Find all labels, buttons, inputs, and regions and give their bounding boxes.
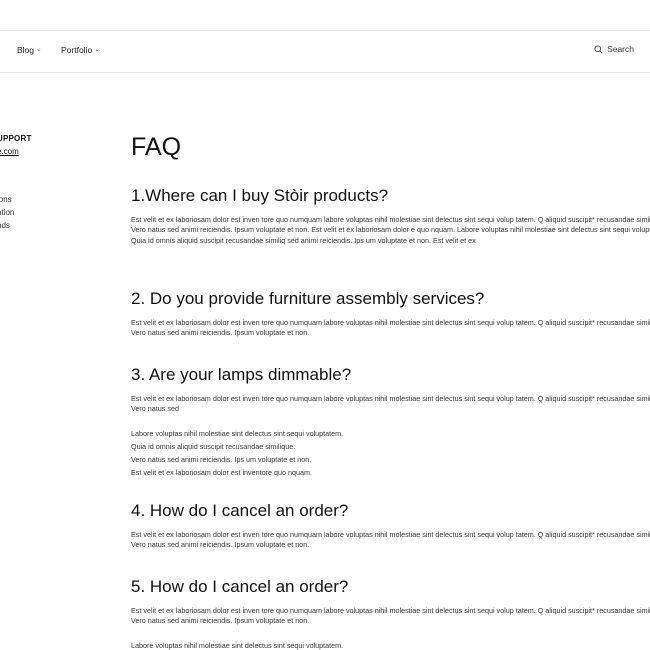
- support-heading: UPPORT: [0, 134, 32, 143]
- search-button[interactable]: Search: [594, 44, 634, 54]
- nav-item-label: Portfolio: [61, 45, 93, 55]
- sidebar-link[interactable]: nds: [0, 221, 10, 230]
- faq-answer: Est velit et ex laboriosam dolor est inv…: [131, 215, 650, 245]
- top-navigation-bar: Blog ⌄ Portfolio ⌄ Search: [0, 30, 650, 73]
- nav-item-blog[interactable]: Blog ⌄: [17, 45, 42, 55]
- faq-question: 4. How do I cancel an order?: [131, 501, 349, 520]
- faq-answer: Est velit et ex laboriosam dolor est inv…: [131, 606, 650, 626]
- nav-item-portfolio[interactable]: Portfolio ⌄: [61, 45, 100, 55]
- faq-question: 3. Are your lamps dimmable?: [131, 365, 352, 384]
- faq-answer-line: Vero natus sed animi reiciendis. Ips um …: [131, 455, 312, 464]
- faq-answer: Est velit et ex laboriosam dolor est inv…: [131, 530, 650, 550]
- search-label: Search: [607, 44, 634, 54]
- chevron-down-icon: ⌄: [36, 46, 42, 53]
- sidebar-link[interactable]: ation: [0, 208, 14, 217]
- faq-question: 1.Where can I buy Stòir products?: [131, 186, 389, 205]
- faq-answer-line: Labore voluptas nihil molestiae sint del…: [131, 429, 344, 438]
- faq-answer: Est velit et ex laboriosam dolor est inv…: [131, 318, 650, 338]
- nav-item-label: Blog: [17, 45, 35, 55]
- support-email-link[interactable]: e.com: [0, 147, 19, 156]
- search-icon: [594, 44, 603, 54]
- page-title: FAQ: [131, 133, 182, 161]
- faq-answer: Est velit et ex laboriosam dolor est inv…: [131, 394, 650, 414]
- faq-answer-line: Labore voluptas nihil molestiae sint del…: [131, 641, 344, 650]
- faq-question: 2. Do you provide furniture assembly ser…: [131, 289, 485, 308]
- faq-question: 5. How do I cancel an order?: [131, 577, 349, 596]
- faq-answer-line: Est velit et ex laboriosam dolor est inv…: [131, 468, 312, 477]
- sidebar-link[interactable]: ions: [0, 195, 12, 204]
- faq-answer-line: Quia id omnis aliquid suscipit recusanda…: [131, 442, 296, 451]
- chevron-down-icon: ⌄: [94, 46, 101, 53]
